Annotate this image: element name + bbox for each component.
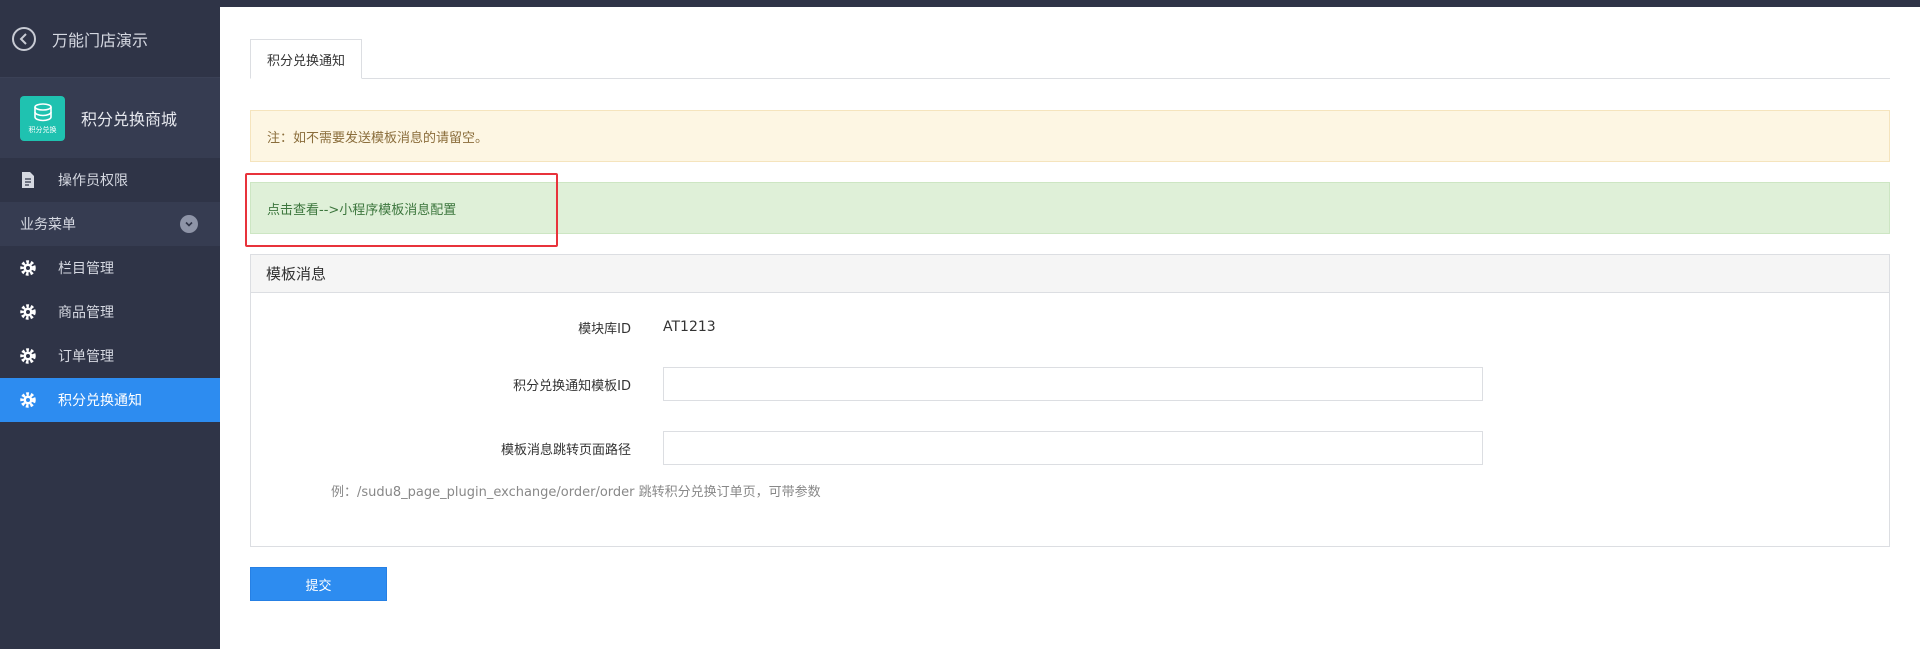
jump-path-input[interactable] xyxy=(663,431,1483,465)
top-bar xyxy=(220,0,1920,7)
jump-path-row: 模板消息跳转页面路径 xyxy=(251,431,1891,465)
sidebar: 万能门店演示 积分兑换 积分兑换商城 操作员权限 业务菜单 栏目管理 商品管理 … xyxy=(0,0,220,649)
sidebar-item-label: 操作员权限 xyxy=(58,173,128,189)
template-id-row: 积分兑换通知模板ID xyxy=(251,367,1891,401)
gear-icon xyxy=(18,390,38,410)
app-name: 积分兑换商城 xyxy=(81,110,178,129)
jump-path-hint: 例：/sudu8_page_plugin_exchange/order/orde… xyxy=(331,485,821,500)
sidebar-item-label: 积分兑换通知 xyxy=(58,393,142,409)
submit-button[interactable]: 提交 xyxy=(250,567,387,601)
sidebar-item-product-management[interactable]: 商品管理 xyxy=(0,290,220,334)
library-id-label: 模块库ID xyxy=(578,321,631,337)
sidebar-item-order-management[interactable]: 订单管理 xyxy=(0,334,220,378)
tab-exchange-notification[interactable]: 积分兑换通知 xyxy=(250,39,363,79)
jump-path-label: 模板消息跳转页面路径 xyxy=(500,442,631,458)
gear-icon xyxy=(18,346,38,366)
tab-bar: 积分兑换通知 xyxy=(250,39,1890,79)
library-id-row: 模块库ID AT1213 xyxy=(251,310,1891,344)
sidebar-back-header[interactable]: 万能门店演示 xyxy=(0,0,220,78)
sidebar-item-operator-permissions[interactable]: 操作员权限 xyxy=(0,158,220,202)
app-logo-text: 积分兑换 xyxy=(28,125,57,134)
sidebar-item-label: 栏目管理 xyxy=(58,261,114,277)
back-arrow-icon[interactable] xyxy=(12,26,36,51)
template-id-label: 积分兑换通知模板ID xyxy=(513,378,631,394)
app-header: 积分兑换 积分兑换商城 xyxy=(0,78,220,158)
sidebar-group-business-menu[interactable]: 业务菜单 xyxy=(0,202,220,246)
sidebar-item-column-management[interactable]: 栏目管理 xyxy=(0,246,220,290)
panel-title: 模板消息 xyxy=(251,255,1889,293)
template-config-link[interactable]: 点击查看-->小程序模板消息配置 xyxy=(250,182,1890,234)
main-content: 积分兑换通知 注：如不需要发送模板消息的请留空。 点击查看-->小程序模板消息配… xyxy=(220,7,1920,649)
sidebar-item-exchange-notification[interactable]: 积分兑换通知 xyxy=(0,378,220,422)
library-id-value: AT1213 xyxy=(663,319,716,335)
warning-notice: 注：如不需要发送模板消息的请留空。 xyxy=(250,110,1890,162)
template-message-panel: 模板消息 模块库ID AT1213 积分兑换通知模板ID 模板消息跳转页面路径 … xyxy=(250,254,1890,547)
sidebar-item-label: 订单管理 xyxy=(58,349,114,365)
document-edit-icon xyxy=(18,170,38,190)
database-icon xyxy=(33,102,52,121)
template-id-input[interactable] xyxy=(663,367,1483,401)
gear-icon xyxy=(18,258,38,278)
app-logo: 积分兑换 xyxy=(20,95,65,141)
chevron-down-icon[interactable] xyxy=(180,215,198,233)
sidebar-item-label: 商品管理 xyxy=(58,305,114,321)
store-name: 万能门店演示 xyxy=(52,30,149,50)
sidebar-group-label: 业务菜单 xyxy=(20,217,76,233)
gear-icon xyxy=(18,302,38,322)
